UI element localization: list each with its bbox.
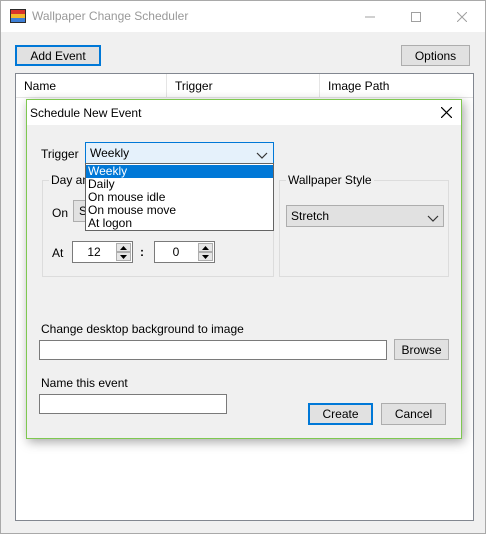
wallpaper-style-value: Stretch: [291, 209, 330, 223]
chevron-down-icon: [427, 212, 439, 222]
event-name-label: Name this event: [41, 376, 128, 390]
wallpaper-style-group: Wallpaper Style Stretch: [279, 173, 449, 277]
browse-button[interactable]: Browse: [394, 339, 449, 360]
trigger-label: Trigger: [41, 147, 79, 161]
time-separator: :: [140, 245, 144, 259]
trigger-combo[interactable]: Weekly: [85, 142, 274, 164]
close-icon: [457, 11, 467, 22]
hour-stepper-buttons: [116, 243, 131, 261]
window-title: Wallpaper Change Scheduler: [32, 9, 189, 23]
title-bar[interactable]: Wallpaper Change Scheduler: [1, 1, 485, 32]
trigger-value: Weekly: [90, 146, 130, 160]
hour-down-button[interactable]: [116, 252, 131, 261]
window-close-button[interactable]: [439, 1, 485, 32]
minimize-icon: [365, 16, 375, 17]
hour-stepper[interactable]: 12: [72, 241, 133, 263]
spin-down-icon: [120, 254, 127, 259]
trigger-option-at-logon[interactable]: At logon: [86, 217, 273, 230]
column-header-name[interactable]: Name: [16, 74, 167, 98]
wallpaper-style-combo[interactable]: Stretch: [286, 205, 444, 227]
maximize-icon: [411, 11, 421, 22]
event-name-input[interactable]: [39, 394, 227, 414]
on-label: On: [52, 206, 69, 220]
minute-stepper-buttons: [198, 243, 213, 261]
main-window: Wallpaper Change Scheduler Add Event Opt…: [0, 0, 486, 534]
at-label: At: [52, 246, 64, 260]
close-icon: [440, 107, 452, 118]
trigger-dropdown-list: Weekly Daily On mouse idle On mouse move…: [85, 163, 274, 231]
spin-up-icon: [202, 245, 209, 250]
maximize-button[interactable]: [393, 1, 439, 32]
spin-up-icon: [120, 245, 127, 250]
minute-up-button[interactable]: [198, 243, 213, 252]
chevron-down-icon: [256, 149, 268, 159]
schedule-new-event-dialog: Schedule New Event Trigger Day and Time …: [26, 99, 462, 439]
column-header-image-path[interactable]: Image Path: [320, 74, 473, 98]
column-header-trigger[interactable]: Trigger: [167, 74, 320, 98]
minimize-button[interactable]: [347, 1, 393, 32]
list-header: Name Trigger Image Path: [16, 74, 473, 98]
minute-value: 0: [172, 245, 180, 259]
app-icon: [10, 9, 26, 23]
options-button[interactable]: Options: [401, 45, 470, 66]
hour-up-button[interactable]: [116, 243, 131, 252]
dialog-close-button[interactable]: [431, 100, 461, 125]
dialog-title-bar[interactable]: Schedule New Event: [27, 100, 461, 125]
background-image-label: Change desktop background to image: [41, 322, 244, 336]
create-button[interactable]: Create: [308, 403, 373, 425]
add-event-button[interactable]: Add Event: [15, 45, 101, 66]
wallpaper-style-group-label: Wallpaper Style: [286, 173, 374, 187]
minute-down-button[interactable]: [198, 252, 213, 261]
cancel-button[interactable]: Cancel: [381, 403, 446, 425]
dialog-title: Schedule New Event: [30, 106, 142, 120]
hour-value: 12: [87, 245, 101, 259]
image-path-input[interactable]: [39, 340, 387, 360]
minute-stepper[interactable]: 0: [154, 241, 215, 263]
spin-down-icon: [202, 254, 209, 259]
